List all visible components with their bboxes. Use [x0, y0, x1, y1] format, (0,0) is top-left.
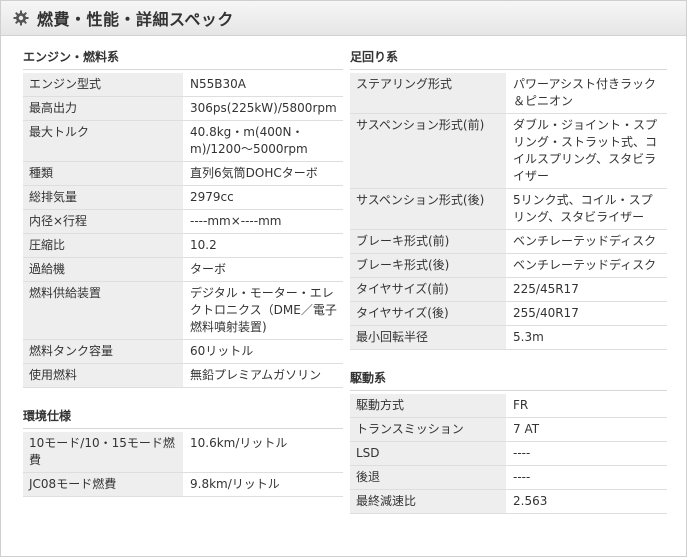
- spec-value: 無鉛プレミアムガソリン: [183, 363, 343, 388]
- table-row: ブレーキ形式(前) ベンチレーテッドディスク: [350, 229, 667, 254]
- table-row: JC08モード燃費 9.8km/リットル: [23, 472, 343, 497]
- spec-value: パワーアシスト付きラック＆ピニオン: [506, 73, 667, 114]
- table-row: 圧縮比 10.2: [23, 233, 343, 258]
- spec-label: 使用燃料: [23, 363, 184, 388]
- spec-value: 5.3m: [506, 325, 667, 350]
- spec-value: 7 AT: [506, 417, 667, 442]
- table-row: 燃料タンク容量 60リットル: [23, 339, 343, 364]
- spec-label: 燃料供給装置: [23, 281, 184, 340]
- table-row: ステアリング形式 パワーアシスト付きラック＆ピニオン: [350, 73, 667, 114]
- spec-label: タイヤサイズ(前): [350, 277, 507, 302]
- spec-value: ダブル・ジョイント・スプリング・ストラット式、コイルスプリング、スタビライザー: [506, 113, 667, 189]
- spec-label: 燃料タンク容量: [23, 339, 184, 364]
- spec-panel: 燃費・性能・詳細スペック エンジン・燃料系 エンジン型式 N55B30A 最高出力 3…: [0, 0, 687, 557]
- spec-label: ブレーキ形式(後): [350, 253, 507, 278]
- table-row: 10モード/10・15モード燃費 10.6km/リットル: [23, 432, 343, 473]
- spec-value: 5リンク式、コイル・スプリング、スタビライザー: [506, 188, 667, 230]
- spec-value: ベンチレーテッドディスク: [506, 229, 667, 254]
- page-title: 燃費・性能・詳細スペック: [37, 10, 234, 29]
- spec-label: LSD: [350, 441, 507, 466]
- table-row: エンジン型式 N55B30A: [23, 73, 343, 97]
- environment-spec-table: 10モード/10・15モード燃費 10.6km/リットル JC08モード燃費 9.8k…: [23, 432, 343, 497]
- spec-value: ----: [506, 465, 667, 490]
- table-row: タイヤサイズ(前) 225/45R17: [350, 277, 667, 302]
- spec-label: トランスミッション: [350, 417, 507, 442]
- table-row: タイヤサイズ(後) 255/40R17: [350, 301, 667, 326]
- spec-label: ステアリング形式: [350, 73, 507, 114]
- spec-label: 種類: [23, 161, 184, 186]
- spec-value: デジタル・モーター・エレクトロニクス（DME／電子燃料噴射装置): [183, 281, 343, 340]
- spec-value: ----: [506, 441, 667, 466]
- table-row: 内径×行程 ----mm×----mm: [23, 209, 343, 234]
- table-row: 燃料供給装置 デジタル・モーター・エレクトロニクス（DME／電子燃料噴射装置): [23, 281, 343, 340]
- table-row: サスペンション形式(前) ダブル・ジョイント・スプリング・ストラット式、コイルスプ…: [350, 113, 667, 189]
- spec-label: 後退: [350, 465, 507, 490]
- spec-label: JC08モード燃費: [23, 472, 184, 497]
- section-title-environment: 環境仕様: [23, 404, 343, 429]
- spec-value: ターボ: [183, 257, 343, 282]
- table-row: サスペンション形式(後) 5リンク式、コイル・スプリング、スタビライザー: [350, 188, 667, 230]
- left-column: エンジン・燃料系 エンジン型式 N55B30A 最高出力 306ps(225kW)/5…: [23, 45, 343, 497]
- gear-icon: [13, 10, 29, 26]
- section-title-drive: 駆動系: [350, 366, 667, 391]
- spec-value: 255/40R17: [506, 301, 667, 326]
- spec-label: 最高出力: [23, 96, 184, 121]
- spec-label: 圧縮比: [23, 233, 184, 258]
- spec-value: 2.563: [506, 489, 667, 514]
- spec-value: FR: [506, 394, 667, 418]
- spec-label: 最終減速比: [350, 489, 507, 514]
- section-title-engine: エンジン・燃料系: [23, 45, 343, 70]
- table-row: 最大トルク 40.8kg・m(400N・m)/1200〜5000rpm: [23, 120, 343, 162]
- spec-label: エンジン型式: [23, 73, 184, 97]
- spec-value: 直列6気筒DOHCターボ: [183, 161, 343, 186]
- spec-value: ベンチレーテッドディスク: [506, 253, 667, 278]
- spec-label: サスペンション形式(前): [350, 113, 507, 189]
- spec-label: ブレーキ形式(前): [350, 229, 507, 254]
- spec-label: 過給機: [23, 257, 184, 282]
- right-column: 足回り系 ステアリング形式 パワーアシスト付きラック＆ピニオン サスペンション形式(…: [350, 45, 667, 514]
- spec-label: 駆動方式: [350, 394, 507, 418]
- spec-value: 225/45R17: [506, 277, 667, 302]
- panel-header: 燃費・性能・詳細スペック: [1, 1, 686, 36]
- drive-spec-table: 駆動方式 FR トランスミッション 7 AT LSD ---- 後退 ---- 最終減速比 2.5…: [350, 394, 667, 514]
- spec-value: 60リットル: [183, 339, 343, 364]
- spec-value: ----mm×----mm: [183, 209, 343, 234]
- table-row: 最高出力 306ps(225kW)/5800rpm: [23, 96, 343, 121]
- table-row: 使用燃料 無鉛プレミアムガソリン: [23, 363, 343, 388]
- spec-value: 9.8km/リットル: [183, 472, 343, 497]
- spec-label: 10モード/10・15モード燃費: [23, 432, 184, 473]
- spec-label: タイヤサイズ(後): [350, 301, 507, 326]
- section-title-suspension: 足回り系: [350, 45, 667, 70]
- table-row: 後退 ----: [350, 465, 667, 490]
- spec-label: 最小回転半径: [350, 325, 507, 350]
- spec-label: サスペンション形式(後): [350, 188, 507, 230]
- spec-value: 2979cc: [183, 185, 343, 210]
- table-row: 最終減速比 2.563: [350, 489, 667, 514]
- table-row: LSD ----: [350, 441, 667, 466]
- table-row: 種類 直列6気筒DOHCターボ: [23, 161, 343, 186]
- engine-spec-table: エンジン型式 N55B30A 最高出力 306ps(225kW)/5800rpm 最大ト…: [23, 73, 343, 388]
- spec-value: N55B30A: [183, 73, 343, 97]
- table-row: ブレーキ形式(後) ベンチレーテッドディスク: [350, 253, 667, 278]
- spec-value: 10.2: [183, 233, 343, 258]
- table-row: 総排気量 2979cc: [23, 185, 343, 210]
- spec-label: 最大トルク: [23, 120, 184, 162]
- suspension-spec-table: ステアリング形式 パワーアシスト付きラック＆ピニオン サスペンション形式(前) ダブル…: [350, 73, 667, 350]
- table-row: 過給機 ターボ: [23, 257, 343, 282]
- spec-value: 306ps(225kW)/5800rpm: [183, 96, 343, 121]
- table-row: トランスミッション 7 AT: [350, 417, 667, 442]
- spec-label: 総排気量: [23, 185, 184, 210]
- table-row: 駆動方式 FR: [350, 394, 667, 418]
- table-row: 最小回転半径 5.3m: [350, 325, 667, 350]
- spec-label: 内径×行程: [23, 209, 184, 234]
- spec-value: 10.6km/リットル: [183, 432, 343, 473]
- spec-value: 40.8kg・m(400N・m)/1200〜5000rpm: [183, 120, 343, 162]
